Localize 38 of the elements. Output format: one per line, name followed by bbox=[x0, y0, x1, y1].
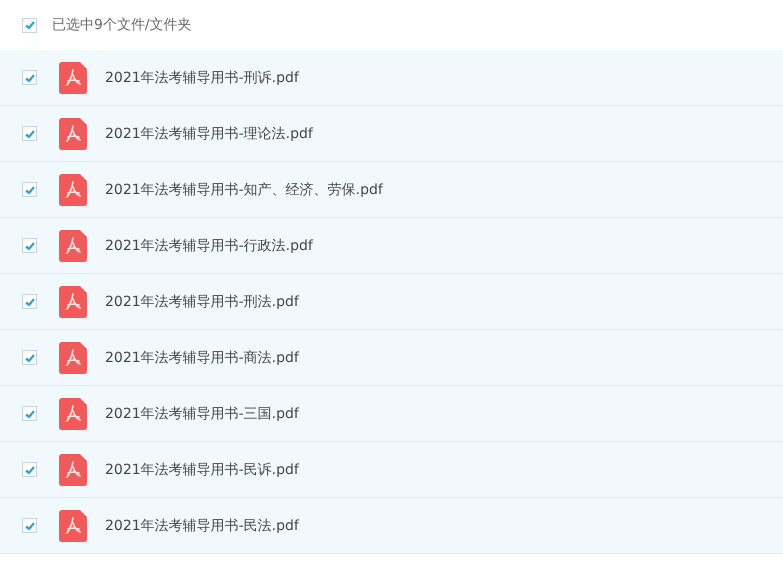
file-row[interactable]: 2021年法考辅导用书-民诉.pdf bbox=[0, 442, 783, 498]
file-name: 2021年法考辅导用书-刑法.pdf bbox=[105, 292, 299, 310]
file-checkbox[interactable] bbox=[22, 238, 37, 253]
file-name: 2021年法考辅导用书-知产、经济、劳保.pdf bbox=[105, 180, 383, 198]
file-name: 2021年法考辅导用书-三国.pdf bbox=[105, 404, 299, 422]
selection-count-label: 已选中9个文件/文件夹 bbox=[52, 16, 192, 34]
file-checkbox[interactable] bbox=[22, 294, 37, 309]
pdf-file-icon bbox=[59, 174, 87, 206]
file-checkbox[interactable] bbox=[22, 350, 37, 365]
file-row[interactable]: 2021年法考辅导用书-商法.pdf bbox=[0, 330, 783, 386]
file-checkbox[interactable] bbox=[22, 70, 37, 85]
pdf-file-icon bbox=[59, 342, 87, 374]
file-row[interactable]: 2021年法考辅导用书-刑法.pdf bbox=[0, 274, 783, 330]
file-row[interactable]: 2021年法考辅导用书-行政法.pdf bbox=[0, 218, 783, 274]
file-row[interactable]: 2021年法考辅导用书-理论法.pdf bbox=[0, 106, 783, 162]
file-checkbox[interactable] bbox=[22, 406, 37, 421]
select-all-checkbox[interactable] bbox=[22, 18, 37, 32]
file-checkbox[interactable] bbox=[22, 462, 37, 477]
file-row[interactable]: 2021年法考辅导用书-知产、经济、劳保.pdf bbox=[0, 162, 783, 218]
file-name: 2021年法考辅导用书-行政法.pdf bbox=[105, 236, 313, 254]
file-row[interactable]: 2021年法考辅导用书-刑诉.pdf bbox=[0, 50, 783, 106]
pdf-file-icon bbox=[59, 230, 87, 262]
file-name: 2021年法考辅导用书-理论法.pdf bbox=[105, 124, 313, 142]
file-checkbox[interactable] bbox=[22, 126, 37, 141]
file-name: 2021年法考辅导用书-民诉.pdf bbox=[105, 460, 299, 478]
pdf-file-icon bbox=[59, 510, 87, 542]
pdf-file-icon bbox=[59, 454, 87, 486]
pdf-file-icon bbox=[59, 286, 87, 318]
pdf-file-icon bbox=[59, 398, 87, 430]
file-checkbox[interactable] bbox=[22, 518, 37, 533]
file-row[interactable]: 2021年法考辅导用书-三国.pdf bbox=[0, 386, 783, 442]
pdf-file-icon bbox=[59, 62, 87, 94]
file-name: 2021年法考辅导用书-商法.pdf bbox=[105, 348, 299, 366]
file-name: 2021年法考辅导用书-民法.pdf bbox=[105, 516, 299, 534]
pdf-file-icon bbox=[59, 118, 87, 150]
file-name: 2021年法考辅导用书-刑诉.pdf bbox=[105, 68, 299, 86]
file-row[interactable]: 2021年法考辅导用书-民法.pdf bbox=[0, 498, 783, 554]
file-checkbox[interactable] bbox=[22, 182, 37, 197]
